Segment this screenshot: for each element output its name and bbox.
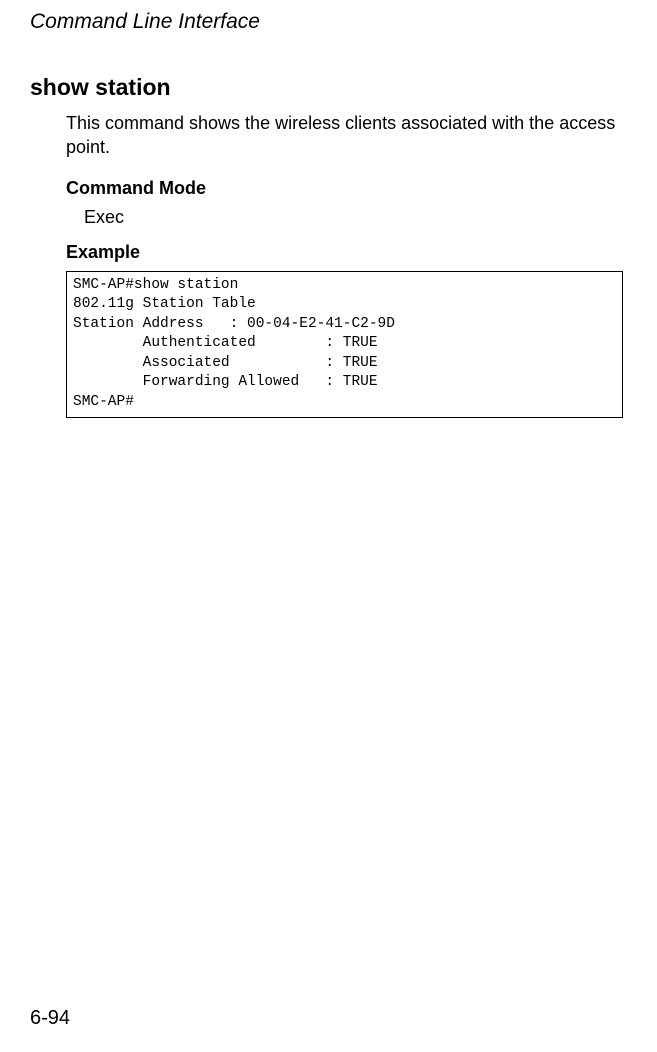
- example-code-block: SMC-AP#show station 802.11g Station Tabl…: [66, 271, 623, 418]
- command-description: This command shows the wireless clients …: [66, 111, 627, 160]
- example-label: Example: [66, 242, 627, 263]
- command-mode-label: Command Mode: [66, 178, 627, 199]
- command-heading: show station: [30, 74, 627, 101]
- page-number: 6-94: [30, 1007, 70, 1030]
- command-mode-value: Exec: [84, 207, 627, 228]
- running-header: Command Line Interface: [30, 10, 627, 34]
